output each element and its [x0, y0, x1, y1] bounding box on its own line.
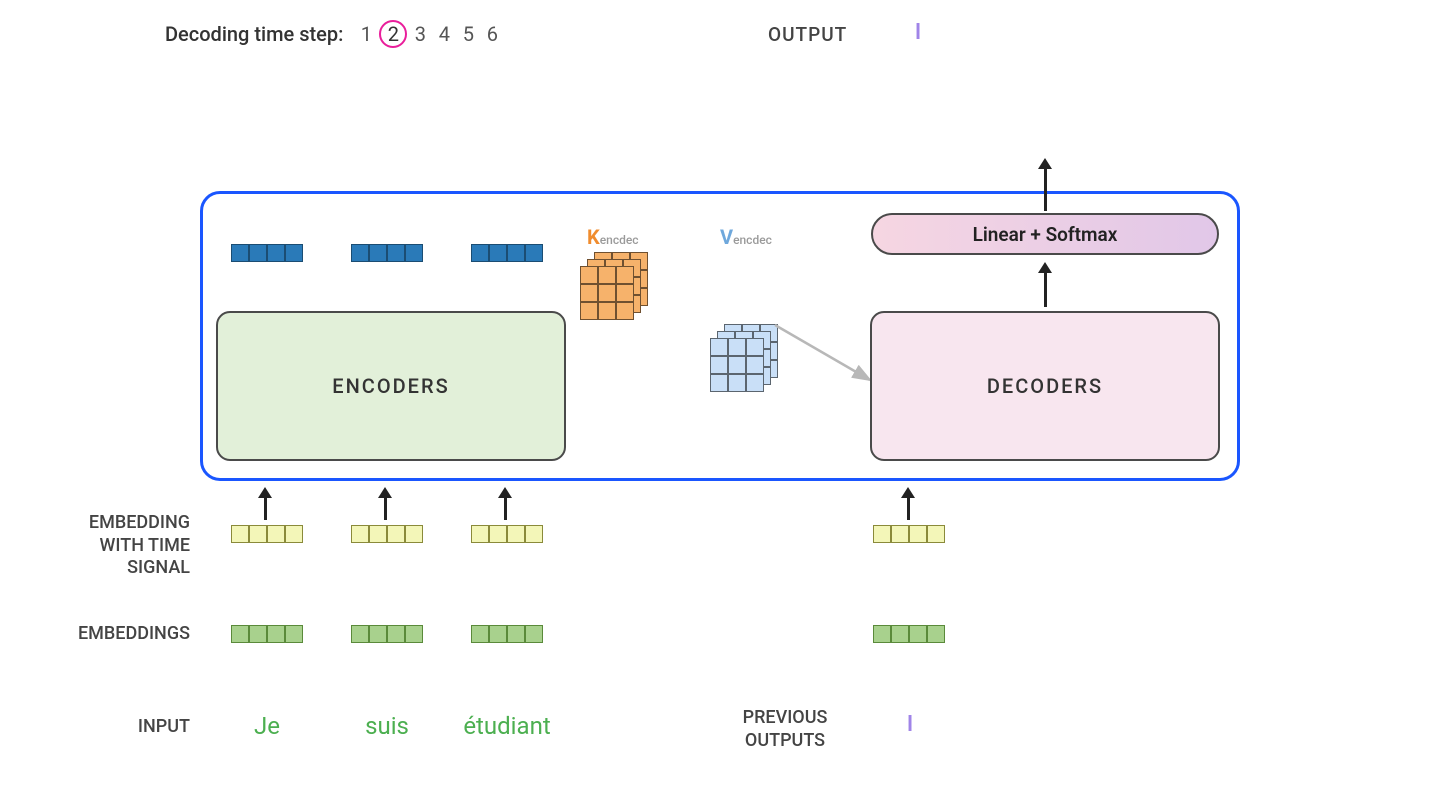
label-input: INPUT [20, 716, 190, 739]
emb-time-vec-decoder [873, 525, 945, 543]
output-label: OUTPUT [768, 23, 847, 46]
input-word-1: Je [230, 712, 304, 740]
timestep-1: 1 [355, 22, 377, 46]
v-matrix-stack [710, 324, 782, 396]
previous-output-token: I [900, 712, 920, 737]
k-letter: K [587, 225, 600, 249]
k-matrix-stack [580, 252, 652, 324]
timestep-2-current: 2 [379, 20, 407, 48]
input-word-2: suis [350, 712, 424, 740]
embedding-vec-2 [351, 625, 423, 643]
arrow-linear-to-output [1038, 158, 1052, 211]
embedding-vec-decoder [873, 625, 945, 643]
linear-softmax-block: Linear + Softmax [871, 213, 1219, 255]
emb-time-vec-1 [231, 525, 303, 543]
emb-time-line2: WITH TIME [20, 535, 190, 558]
v-encdec-label: Vencdec [720, 225, 772, 249]
emb-time-vec-3 [471, 525, 543, 543]
label-embedding-with-time-signal: EMBEDDING WITH TIME SIGNAL [20, 512, 190, 580]
arrow-emb-to-encoder-1 [258, 487, 272, 520]
encoder-output-vec-3 [471, 244, 543, 262]
embedding-vec-1 [231, 625, 303, 643]
emb-time-vec-2 [351, 525, 423, 543]
decoders-block: DECODERS [870, 311, 1220, 461]
encoder-output-vec-1 [231, 244, 303, 262]
previous-outputs-label: PREVIOUS OUTPUTS [725, 707, 845, 752]
k-subscript: encdec [600, 233, 639, 247]
previous-outputs-line1: PREVIOUS [725, 707, 845, 730]
v-letter: V [720, 225, 733, 249]
input-word-3: étudiant [452, 712, 562, 740]
linear-softmax-label: Linear + Softmax [973, 223, 1118, 246]
arrow-decoder-to-linear [1038, 262, 1052, 307]
timestep-4: 4 [433, 22, 455, 46]
embedding-vec-3 [471, 625, 543, 643]
timestep-3: 3 [409, 22, 431, 46]
decoding-timestep-label: Decoding time step: [165, 22, 343, 46]
v-subscript: encdec [733, 233, 772, 247]
k-encdec-label: Kencdec [587, 225, 639, 249]
decoders-label: DECODERS [987, 374, 1103, 398]
arrow-emb-to-decoder [901, 487, 915, 520]
timestep-6: 6 [481, 22, 503, 46]
encoders-label: ENCODERS [332, 374, 449, 398]
emb-time-line1: EMBEDDING [20, 512, 190, 535]
previous-outputs-line2: OUTPUTS [725, 730, 845, 753]
timestep-5: 5 [457, 22, 479, 46]
arrow-emb-to-encoder-3 [498, 487, 512, 520]
diagram-root: Decoding time step: 1 2 3 4 5 6 OUTPUT I… [0, 0, 1438, 790]
label-embeddings: EMBEDDINGS [20, 623, 190, 646]
decoding-timestep-row: Decoding time step: 1 2 3 4 5 6 [165, 20, 503, 48]
encoders-block: ENCODERS [216, 311, 566, 461]
encoder-output-vec-2 [351, 244, 423, 262]
arrow-emb-to-encoder-2 [378, 487, 392, 520]
emb-time-line3: SIGNAL [20, 557, 190, 580]
output-token: I [908, 20, 928, 45]
